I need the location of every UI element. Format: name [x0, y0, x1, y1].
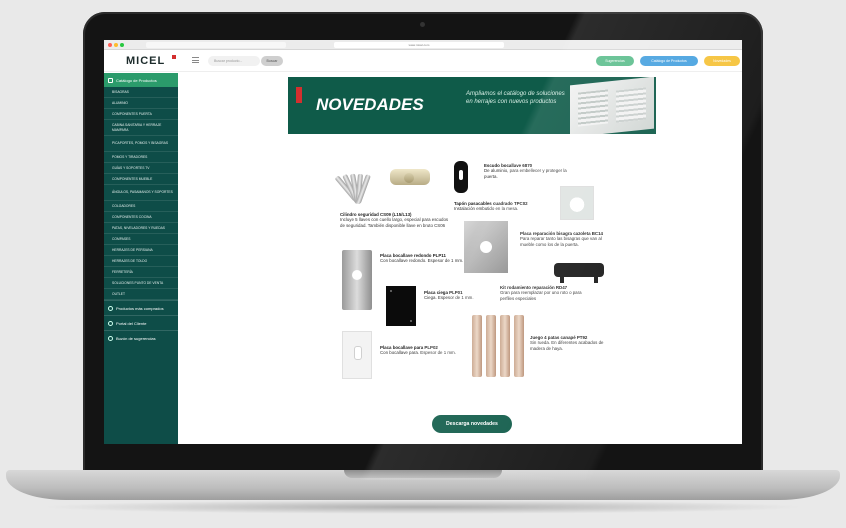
keyhole-plate-white-image	[342, 331, 372, 379]
sidebar-catalog-header[interactable]: Catálogo de Productos	[104, 73, 178, 87]
sidebar-category-item[interactable]: Guías y soportes TV	[104, 163, 178, 174]
laptop-screen: www.micel.com MICEL Buscar producto... B…	[104, 40, 742, 444]
laptop-hinge-notch	[344, 470, 502, 478]
product-desc: Con bocallave redondo. Espesor de 1 mm.	[380, 258, 464, 264]
minimize-window-button[interactable]	[114, 43, 118, 47]
main-content: NOVEDADES Ampliamos el catálogo de soluc…	[178, 73, 742, 444]
bearing-kit-image	[554, 263, 604, 283]
browser-toolbar: www.micel.com	[104, 40, 742, 50]
sidebar-category-item[interactable]: Ángulos, pasamanos y soportes	[104, 185, 178, 201]
product-desc: Incluye 5 llaves con cuello largo, espec…	[340, 217, 449, 228]
wooden-leg-image	[514, 315, 524, 377]
sidebar-category-list: Bisagras Aluminio Componentes puerta Cabina…	[104, 87, 178, 300]
news-button[interactable]: Novedades	[704, 56, 740, 66]
cable-grommet-image	[560, 186, 594, 220]
catalog-icon	[108, 77, 113, 83]
search-input[interactable]: Buscar producto...	[208, 56, 260, 66]
micel-logo[interactable]: MICEL	[126, 55, 165, 67]
mailbox-icon	[108, 335, 113, 341]
keyhole-escutcheon-image	[454, 161, 468, 193]
product-legs[interactable]: Juego 4 patas canapé PT92 Sin rueda. En …	[530, 335, 612, 351]
laptop-shadow	[40, 500, 806, 514]
news-banner: NOVEDADES Ampliamos el catálogo de soluc…	[288, 77, 656, 134]
search-button[interactable]: Buscar	[261, 56, 283, 66]
product-bearing-kit[interactable]: Kit rodamiento reparación RD47 Gran para…	[500, 285, 582, 301]
wooden-leg-image	[500, 315, 510, 377]
product-round-plate[interactable]: Placa bocallave redondo PLP11 Con bocall…	[380, 253, 466, 264]
hinge-repair-plate-image	[464, 221, 508, 273]
cylinder-lock-image	[390, 169, 430, 185]
product-desc: Sin rueda. En diferentes acabados de mad…	[530, 340, 604, 351]
sidebar-category-item[interactable]: Outlet	[104, 289, 178, 300]
round-keyhole-plate-image	[342, 250, 372, 310]
product-grommet[interactable]: Tapón pasacables cuadrado TPC02 Instalac…	[454, 201, 558, 212]
product-hinge-plate[interactable]: Placa reparación bisagra cazoleta BC14 P…	[520, 231, 610, 247]
sidebar-bottom-label: Portal del Cliente	[116, 320, 147, 326]
catalog-button[interactable]: Catálogo de Productos	[640, 56, 698, 66]
sidebar-category-item[interactable]: Componentes cocina	[104, 212, 178, 223]
sidebar-category-item[interactable]: Patas, niveladores y ruedas	[104, 223, 178, 234]
product-desc: De aluminio, para embellecer y proteger …	[484, 168, 567, 179]
logo-accent-mark	[172, 55, 176, 59]
sidebar-bottom-label: Buzón de sugerencias	[116, 335, 156, 341]
home-icon	[108, 320, 113, 326]
sidebar-category-item[interactable]: Herrajes de toldo	[104, 256, 178, 267]
product-desc: Para reparar tanto las bisagras que van …	[520, 236, 602, 247]
sidebar-bottom-label: Productos más comprados	[116, 305, 164, 311]
banner-red-tag	[296, 87, 302, 103]
sidebar-item-most-bought[interactable]: Productos más comprados	[104, 300, 178, 315]
sidebar-category-item[interactable]: Bisagras	[104, 87, 178, 98]
suggestions-button[interactable]: Sugerencias	[596, 56, 634, 66]
hamburger-menu-icon[interactable]	[192, 57, 199, 63]
product-desc: Ciega. Espesor de 1 mm.	[424, 295, 474, 301]
blind-plate-image	[386, 286, 416, 326]
product-desc: Gran para reemplazar por uno roto o para…	[500, 290, 582, 301]
wooden-leg-image	[472, 315, 482, 377]
sidebar-category-item[interactable]: Ferretería	[104, 267, 178, 278]
sidebar-category-item[interactable]: Colgadores	[104, 201, 178, 212]
product-desc: Instalación embutido en la mesa.	[454, 206, 519, 212]
webcam	[420, 22, 425, 27]
sidebar-item-client-portal[interactable]: Portal del Cliente	[104, 315, 178, 330]
sidebar: Catálogo de Productos Bisagras Aluminio Co…	[104, 73, 178, 444]
product-blind-plate[interactable]: Placa ciega PLP01 Ciega. Espesor de 1 mm…	[424, 290, 484, 301]
catalog-image	[570, 77, 654, 134]
sidebar-category-item[interactable]: Componentes puerta	[104, 109, 178, 120]
product-escutcheon[interactable]: Escudo bocallave 6870 De aluminio, para …	[484, 163, 574, 179]
sidebar-category-item[interactable]: Herrajes de persiana	[104, 245, 178, 256]
close-window-button[interactable]	[108, 43, 112, 47]
sidebar-category-item[interactable]: Aluminio	[104, 98, 178, 109]
sidebar-category-item[interactable]: Soluciones punto de venta	[104, 278, 178, 289]
product-desc: Con bocallave para. Espesor de 1 mm.	[380, 350, 456, 356]
window-controls	[108, 43, 124, 47]
sidebar-category-item[interactable]: Componentes mueble	[104, 174, 178, 185]
wooden-leg-image	[486, 315, 496, 377]
address-bar[interactable]: www.micel.com	[334, 42, 504, 48]
download-news-button[interactable]: Descarga novedades	[432, 415, 512, 433]
sidebar-catalog-label: Catálogo de Productos	[116, 77, 157, 83]
sidebar-category-item[interactable]: Compases	[104, 234, 178, 245]
product-cylinder[interactable]: Cilindro seguridad CS09 (L15/L13) Incluy…	[340, 212, 452, 228]
keys-image	[328, 171, 380, 211]
banner-text: Ampliamos el catálogo de soluciones en h…	[466, 91, 565, 105]
sidebar-item-suggestions[interactable]: Buzón de sugerencias	[104, 330, 178, 345]
app-header: MICEL Buscar producto... Buscar Sugerenc…	[104, 50, 742, 72]
maximize-window-button[interactable]	[120, 43, 124, 47]
banner-title: NOVEDADES	[316, 95, 424, 114]
star-icon	[108, 305, 113, 311]
sidebar-category-item[interactable]: Picaportes, pomos y bisagras	[104, 136, 178, 152]
product-keyhole-plate[interactable]: Placa bocallave para PLP02 Con bocallave…	[380, 345, 466, 356]
sidebar-category-item[interactable]: Cabina sanitaria y herraje mampara	[104, 120, 178, 136]
browser-tab-active[interactable]	[146, 42, 286, 48]
sidebar-category-item[interactable]: Pomos y tiradores	[104, 152, 178, 163]
